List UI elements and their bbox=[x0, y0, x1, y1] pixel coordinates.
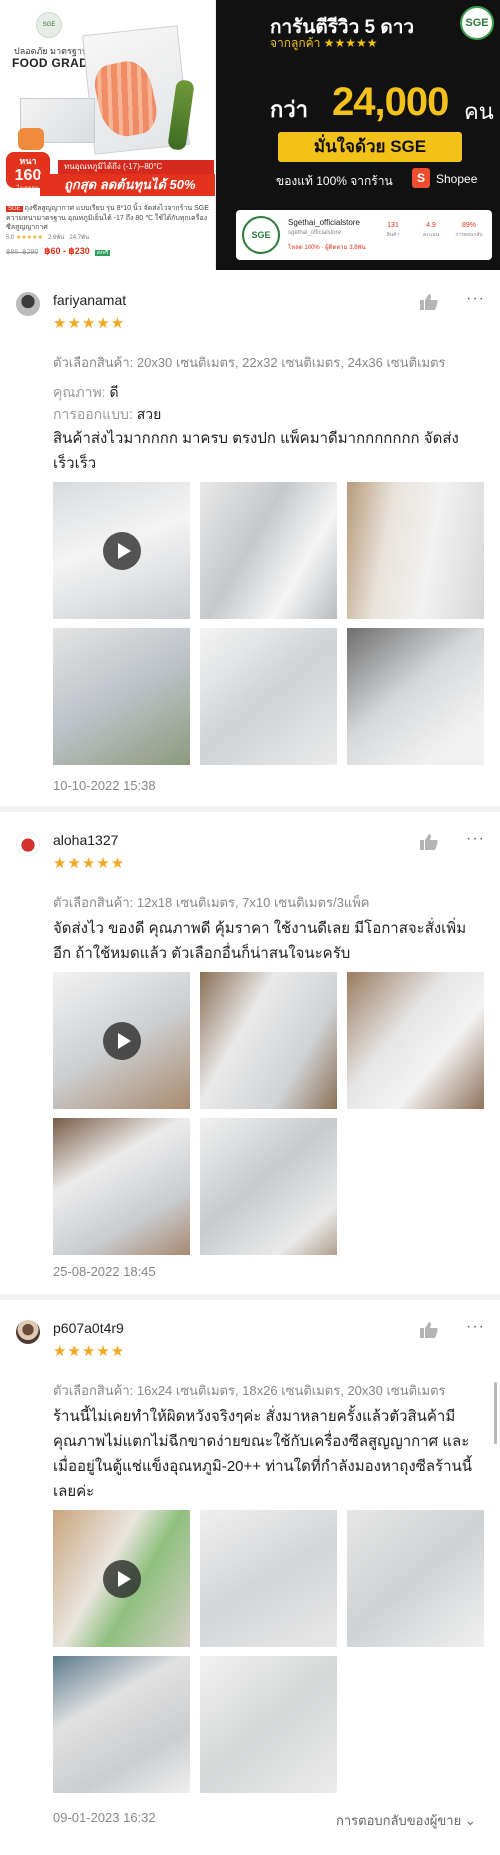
store-meta: โหลด 100% · ผู้ติดตาม 3.8พัน bbox=[288, 245, 366, 251]
current-price: ฿60 - ฿230 bbox=[44, 246, 90, 256]
review-photo[interactable] bbox=[347, 482, 484, 619]
banner-row: SGE ปลอดภัย มาตรฐาน FOOD GRADE หนา 160 ไ… bbox=[0, 0, 500, 270]
chevron-down-icon: ⌄ bbox=[464, 1813, 476, 1828]
orange-image bbox=[18, 128, 44, 150]
store-stat-products: 131 สินค้า bbox=[386, 222, 400, 238]
review-video-thumbnail[interactable] bbox=[53, 482, 190, 619]
sold-count: 24.7พัน bbox=[69, 235, 90, 241]
more-options-icon[interactable]: ··· bbox=[466, 830, 485, 848]
play-icon[interactable] bbox=[102, 531, 141, 570]
review-photo[interactable] bbox=[200, 1656, 337, 1793]
free-shipping-chip: ส่งฟรี bbox=[94, 250, 111, 256]
brand-logo: SGE bbox=[36, 12, 62, 38]
avatar[interactable] bbox=[16, 292, 40, 316]
review-list: fariyanamat ★★★★★ ··· ตัวเลือกสินค้า: 20… bbox=[0, 270, 500, 1855]
review-text: ร้านนี้ไม่เคยทำให้ผิดหวังจริงๆค่ะ สั่งมา… bbox=[53, 1408, 473, 1500]
review-item: fariyanamat ★★★★★ ··· ตัวเลือกสินค้า: 20… bbox=[0, 270, 500, 812]
review-photo[interactable] bbox=[200, 628, 337, 765]
review-stars: ★★★★★ bbox=[53, 855, 126, 872]
review-photo[interactable] bbox=[347, 1510, 484, 1647]
review-username[interactable]: fariyanamat bbox=[53, 292, 126, 308]
review-variation: ตัวเลือกสินค้า: 16x24 เซนติเมตร, 18x26 เ… bbox=[53, 1383, 446, 1398]
avatar[interactable] bbox=[16, 1320, 40, 1344]
review-stars: ★★★★★ bbox=[53, 1343, 126, 1360]
play-icon[interactable] bbox=[102, 1021, 141, 1060]
customer-count: 24,000 bbox=[332, 80, 449, 124]
review-stars: ★★★★★ bbox=[53, 315, 126, 332]
review-photo[interactable] bbox=[53, 628, 190, 765]
seller-tag: SGE bbox=[6, 206, 23, 212]
store-name: Sgethai_officialstore bbox=[288, 218, 360, 227]
rating-value: 5.0 bbox=[6, 235, 15, 241]
review-photo[interactable] bbox=[200, 1118, 337, 1255]
review-photo[interactable] bbox=[347, 628, 484, 765]
shopee-label: Shopee bbox=[436, 172, 478, 186]
review-photo[interactable] bbox=[53, 1118, 190, 1255]
thickness-label: หนา bbox=[19, 156, 37, 166]
product-title: SGE ถุงซีลสูญญากาศ แบบเรียบ รุ่น 8*10 นิ้… bbox=[6, 204, 212, 232]
like-icon[interactable] bbox=[420, 834, 438, 850]
sge-logo: SGE bbox=[460, 6, 494, 40]
review-item: p607a0t4r9 ★★★★★ ··· ตัวเลือกสินค้า: 16x… bbox=[0, 1300, 500, 1855]
review-photo[interactable] bbox=[347, 972, 484, 1109]
rating-count: 2.6พัน bbox=[47, 235, 65, 241]
people-text: คน bbox=[464, 99, 494, 124]
play-icon[interactable] bbox=[102, 1559, 141, 1598]
original-price: ฿86–฿290 bbox=[6, 249, 39, 256]
product-price: ฿86–฿290 ฿60 - ฿230 ส่งฟรี bbox=[6, 246, 111, 257]
rating-stars: ★★★★★ bbox=[16, 235, 43, 241]
review-username[interactable]: p607a0t4r9 bbox=[53, 1320, 124, 1336]
review-photo[interactable] bbox=[53, 1656, 190, 1793]
from-customers-text: จากลูกค้า ★★★★★ bbox=[270, 36, 378, 50]
store-logo: SGE bbox=[242, 216, 280, 254]
store-card[interactable]: SGE Sgethai_officialstore sgethai_offici… bbox=[236, 210, 492, 260]
review-date: 09-01-2023 16:32 bbox=[53, 1810, 156, 1825]
seller-reply-toggle[interactable]: การตอบกลับของผู้ขาย ⌄ bbox=[336, 1810, 476, 1831]
more-options-icon[interactable]: ··· bbox=[466, 290, 485, 308]
avatar[interactable] bbox=[16, 832, 40, 856]
original-guarantee-text: ของแท้ 100% จากร้าน bbox=[276, 174, 393, 188]
store-handle: sgethai_officialstore bbox=[288, 230, 341, 236]
review-date: 10-10-2022 15:38 bbox=[53, 778, 156, 793]
product-title-text: ถุงซีลสูญญากาศ แบบเรียบ รุ่น 8*10 นิ้ว จ… bbox=[6, 205, 209, 231]
like-icon[interactable] bbox=[420, 294, 438, 310]
review-photo[interactable] bbox=[200, 1510, 337, 1647]
review-photo[interactable] bbox=[200, 482, 337, 619]
review-date: 25-08-2022 18:45 bbox=[53, 1264, 156, 1279]
design-field: การออกแบบ: สวย bbox=[53, 406, 162, 422]
product-stats: 5.0 ★★★★★ 2.6พัน 24.7พัน bbox=[6, 232, 89, 242]
store-stat-rating: 4.9 คะแนน bbox=[422, 222, 440, 238]
review-video-thumbnail[interactable] bbox=[53, 972, 190, 1109]
store-stat-response: 89% การตอบกลับ bbox=[455, 222, 483, 238]
shopee-icon: S bbox=[412, 168, 430, 188]
review-video-thumbnail[interactable] bbox=[53, 1510, 190, 1647]
review-text: จัดส่งไว ของดี คุณภาพดี คุ้มราคา ใช้งานด… bbox=[53, 920, 467, 962]
quality-field: คุณภาพ: ดี bbox=[53, 384, 119, 400]
product-banner-left[interactable]: SGE ปลอดภัย มาตรฐาน FOOD GRADE หนา 160 ไ… bbox=[0, 0, 216, 270]
promo-banner-right[interactable]: SGE การันตีรีวิว 5 ดาว จากลูกค้า ★★★★★ ก… bbox=[216, 0, 500, 270]
trust-badge: มั่นใจด้วย SGE bbox=[278, 132, 462, 162]
review-variation: ตัวเลือกสินค้า: 12x18 เซนติเมตร, 7x10 เซ… bbox=[53, 895, 370, 910]
review-photo[interactable] bbox=[200, 972, 337, 1109]
review-text: สินค้าส่งไวมากกกก มาครบ ตรงปก แพ็คมาดีมา… bbox=[53, 430, 459, 472]
like-icon[interactable] bbox=[420, 1322, 438, 1338]
more-than-text: กว่า bbox=[270, 97, 309, 122]
review-variation: ตัวเลือกสินค้า: 20x30 เซนติเมตร, 22x32 เ… bbox=[53, 355, 446, 370]
review-username[interactable]: aloha1327 bbox=[53, 832, 118, 848]
sale-strip: ถูกสุด ลดต้นทุนได้ 50% bbox=[40, 174, 215, 196]
review-item: aloha1327 ★★★★★ ··· ตัวเลือกสินค้า: 12x1… bbox=[0, 812, 500, 1300]
more-options-icon[interactable]: ··· bbox=[466, 1318, 485, 1336]
temperature-note: ทนอุณหภูมิได้ถึง (-17)–80°C bbox=[58, 160, 214, 174]
scrollbar[interactable] bbox=[494, 1382, 497, 1444]
